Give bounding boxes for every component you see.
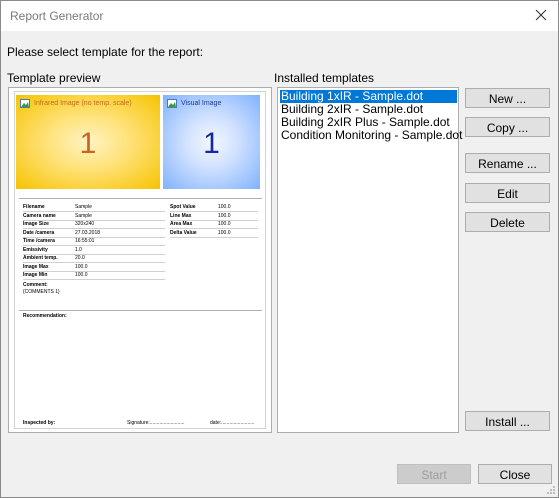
field-label: Time /camera [23,238,55,244]
signature-line: Signature:......................... [127,420,185,426]
field-value: 1.0 [75,246,82,253]
field-label: Date /camera [23,229,55,236]
template-list-item[interactable]: Condition Monitoring - Sample.dot [280,129,462,142]
divider [19,198,262,199]
field-value: 100.0 [218,221,231,227]
install-button[interactable]: Install ... [465,411,550,431]
field-value: 100.0 [218,229,231,236]
field-value: Sample [75,204,92,210]
field-label: Area Max [170,221,193,227]
infrared-image-placeholder: Infrared Image (no temp. scale) 1 [16,95,160,189]
field-value: 100.0 [75,263,88,270]
field-label: Spot Value [170,204,196,210]
installed-templates-label: Installed templates [274,71,375,85]
field-value: 100.0 [75,272,88,278]
delete-button[interactable]: Delete [465,212,550,232]
divider [19,310,262,311]
close-icon[interactable] [532,6,550,24]
visual-image-number: 1 [203,127,220,160]
field-label: Image Min [23,272,48,278]
recommendation-label: Recommendation: [23,313,67,319]
field-label: Filename [23,204,45,210]
field-label: Emissivity [23,246,48,253]
template-preview-panel: Infrared Image (no temp. scale) 1 Visual… [8,87,272,433]
image-icon [167,99,177,108]
instruction-text: Please select template for the report: [7,45,204,59]
field-row-line [170,236,258,238]
field-row-line [23,279,165,280]
edit-button[interactable]: Edit [465,183,550,203]
close-button[interactable]: Close [478,464,552,484]
field-label: Delta Value [170,229,197,236]
resize-grip-icon[interactable] [546,485,556,495]
infrared-image-label: Infrared Image (no temp. scale) [34,100,132,107]
new-button[interactable]: New ... [465,88,550,108]
visual-image-label: Visual Image [181,100,222,107]
date-line: date:........................ [210,420,255,426]
inspected-by-label: Inspected by: [23,420,56,426]
window-title: Report Generator [10,9,104,23]
field-label: Line Max [170,212,192,219]
visual-image-placeholder: Visual Image 1 [163,95,260,189]
field-label: Image Size [23,221,49,227]
comment-label: Comment: [23,282,48,288]
rename-button[interactable]: Rename ... [465,153,550,173]
report-page-preview: Infrared Image (no temp. scale) 1 Visual… [14,91,266,429]
comment-value: {COMMENTS 1} [23,289,60,295]
template-preview-label: Template preview [7,71,101,85]
field-value: 320x240 [75,221,95,227]
title-bar: Report Generator [1,1,558,31]
installed-templates-list[interactable]: Building 1xIR - Sample.dot Building 2xIR … [277,87,462,433]
start-button[interactable]: Start [397,464,471,484]
field-value: Sample [75,212,92,219]
field-value: 100.0 [218,212,231,219]
field-value: 100.0 [218,204,231,210]
field-label: Ambient temp. [23,255,58,261]
field-label: Image Max [23,263,49,270]
field-label: Camera name [23,212,56,219]
field-value: 16:55:01 [75,238,95,244]
copy-button[interactable]: Copy ... [465,117,550,137]
report-generator-dialog: Report Generator Please select template … [0,0,559,498]
field-value: 20.0 [75,255,85,261]
infrared-image-number: 1 [79,127,97,160]
image-icon [20,99,30,108]
field-value: 27.03.2018 [75,229,101,236]
